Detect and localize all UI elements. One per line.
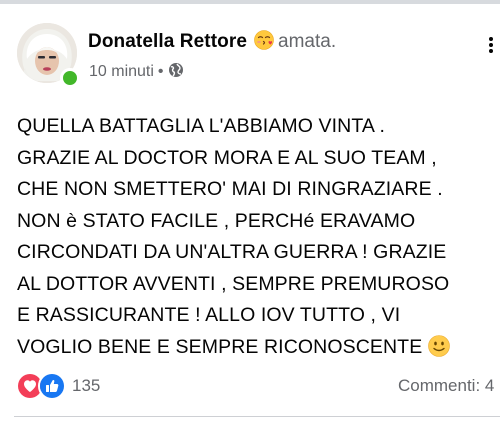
globe-icon[interactable] bbox=[168, 62, 184, 78]
author-avatar-container[interactable] bbox=[17, 23, 80, 88]
post-line-text: VOGLIO BENE E SEMPRE RICONOSCENTE bbox=[17, 335, 423, 358]
like-reaction-icon bbox=[38, 372, 66, 400]
post-line: QUELLA BATTAGLIA L'ABBIAMO VINTA . bbox=[17, 115, 385, 137]
top-divider bbox=[0, 0, 500, 4]
reactions-summary[interactable]: 135 bbox=[16, 372, 100, 400]
post-time[interactable]: 10 minuti bbox=[89, 63, 154, 80]
post-body: QUELLA BATTAGLIA L'ABBIAMO VINTA . GRAZI… bbox=[17, 111, 500, 363]
footer-divider bbox=[14, 416, 500, 417]
post-line: NON è STATO FACILE , PERCHé ERAVAMO bbox=[17, 209, 416, 232]
more-options-icon[interactable] bbox=[482, 36, 500, 54]
post-line: CHE NON SMETTERO' MAI DI RINGRAZIARE . bbox=[17, 178, 443, 200]
facebook-post: Donatella Rettore amata. 10 minuti • QUELL… bbox=[0, 0, 500, 429]
post-line: CIRCONDATI DA UN'ALTRA GUERRA ! GRAZIE bbox=[17, 241, 447, 263]
slightly-smiling-face-emoji-icon bbox=[428, 334, 451, 357]
post-line: AL DOTTOR AVVENTI , SEMPRE PREMUROSO bbox=[17, 272, 450, 295]
post-line: GRAZIE AL DOCTOR MORA E AL SUO TEAM , bbox=[17, 146, 437, 169]
feeling-text: amata. bbox=[278, 31, 337, 52]
comments-count[interactable]: Commenti: 4 bbox=[398, 376, 494, 396]
reactions-count: 135 bbox=[72, 376, 101, 395]
meta-separator: • bbox=[157, 63, 164, 80]
author-name[interactable]: Donatella Rettore bbox=[88, 31, 247, 52]
post-header: Donatella Rettore amata. bbox=[88, 30, 336, 54]
blowing-kiss-emoji-icon bbox=[254, 30, 274, 50]
post-line: E RASSICURANTE ! ALLO IOV TUTTO , VI bbox=[17, 304, 401, 326]
post-line-last: VOGLIO BENE E SEMPRE RICONOSCENTE bbox=[17, 332, 500, 364]
online-status-dot bbox=[60, 68, 80, 88]
post-meta: 10 minuti • bbox=[89, 62, 184, 82]
